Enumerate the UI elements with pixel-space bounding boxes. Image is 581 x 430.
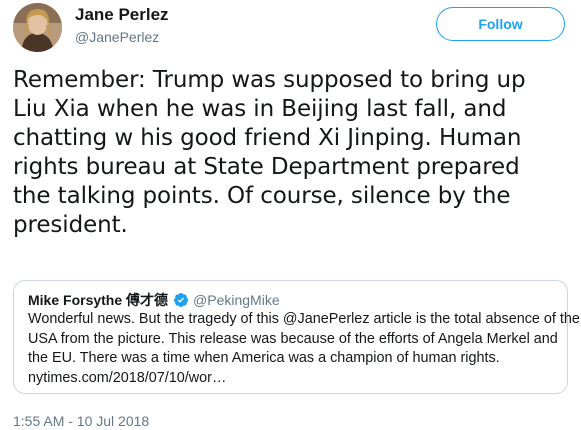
author-name[interactable]: Jane Perlez <box>75 5 169 25</box>
author-avatar[interactable] <box>13 3 62 52</box>
quoted-text-line: USA from the picture. This release was b… <box>28 330 558 347</box>
quoted-author-name[interactable]: Mike Forsythe 傅才德 <box>28 292 168 308</box>
author-block: Jane Perlez @JanePerlez <box>75 5 169 46</box>
tweet-text-line: the talking points. Of course, silence b… <box>13 183 511 209</box>
tweet-timestamp[interactable]: 1:55 AM - 10 Jul 2018 <box>13 412 149 430</box>
avatar-photo-icon <box>13 3 62 52</box>
tweet-card: Jane Perlez @JanePerlez Follow Remember:… <box>0 0 581 430</box>
quoted-tweet-header: Mike Forsythe 傅才德 @PekingMike <box>28 291 280 312</box>
tweet-text: Remember: Trump was supposed to bring up… <box>13 66 573 240</box>
verified-badge-icon <box>173 292 189 312</box>
follow-button[interactable]: Follow <box>436 7 565 41</box>
quoted-tweet-text: Wonderful news. But the tragedy of this … <box>28 310 580 389</box>
quoted-author-handle[interactable]: @PekingMike <box>193 292 280 308</box>
tweet-text-line: rights bureau at State Department prepar… <box>13 154 520 180</box>
quoted-tweet-card[interactable]: Mike Forsythe 傅才德 @PekingMike Wonderful n… <box>13 280 580 394</box>
quoted-text-line: the EU. There was a time when America wa… <box>28 350 500 366</box>
tweet-text-line: Remember: Trump was supposed to bring up <box>13 67 526 93</box>
quoted-text-line: Wonderful news. But the tragedy of this … <box>28 311 580 327</box>
tweet-text-line: Liu Xia when he was in Beijing last fall… <box>13 96 507 122</box>
author-handle[interactable]: @JanePerlez <box>75 28 169 46</box>
tweet-text-line: chatting w his good friend Xi Jinping. H… <box>13 125 522 151</box>
tweet-text-line: president. <box>13 212 128 238</box>
quoted-link[interactable]: nytimes.com/2018/07/10/wor… <box>28 369 558 389</box>
